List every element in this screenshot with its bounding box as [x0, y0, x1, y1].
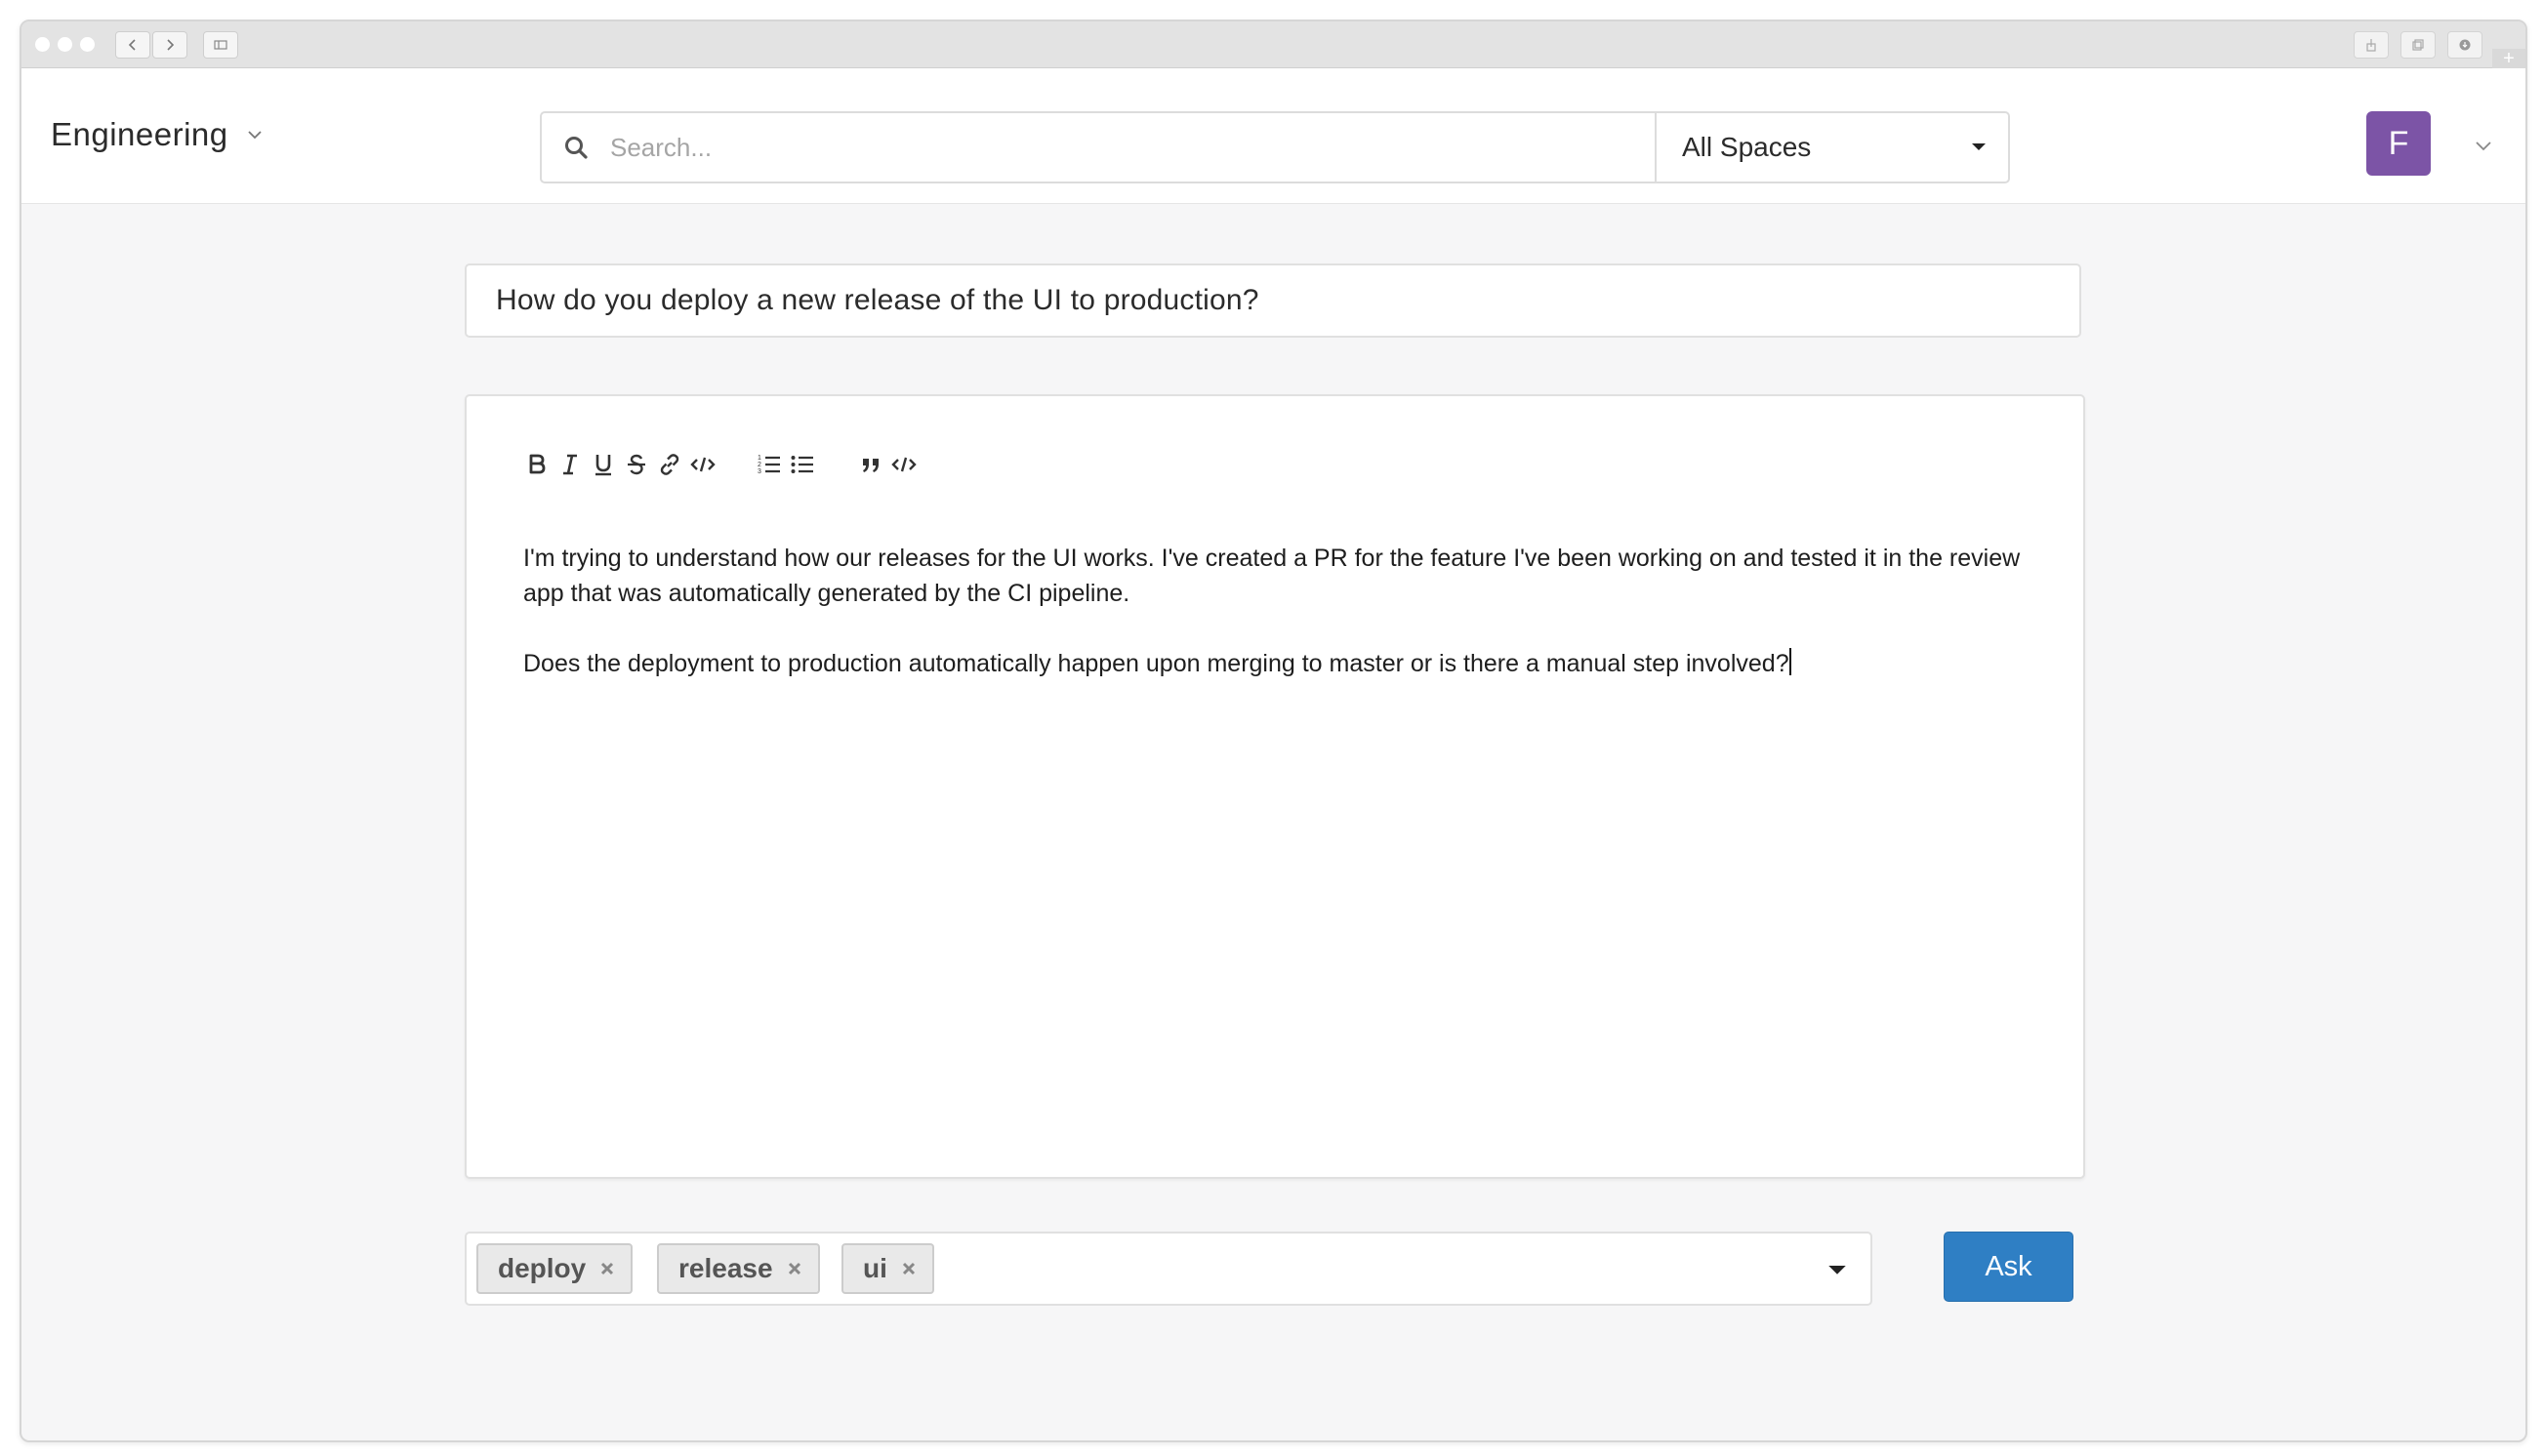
browser-download-button[interactable]	[2447, 31, 2482, 59]
svg-text:2: 2	[758, 462, 761, 468]
tag-label: release	[678, 1253, 773, 1283]
question-title-input[interactable]: How do you deploy a new release of the U…	[465, 263, 2081, 338]
editor-content[interactable]: I'm trying to understand how our release…	[523, 541, 2046, 716]
inline-code-icon	[690, 457, 716, 472]
text-caret	[1788, 648, 1791, 675]
browser-tabs-button[interactable]	[2400, 31, 2436, 59]
search-icon	[565, 137, 588, 159]
search-bar: All Spaces	[540, 111, 2010, 183]
question-body-editor[interactable]: 123 I'm trying to understand how our rel…	[465, 394, 2085, 1179]
svg-text:1: 1	[758, 455, 761, 462]
blockquote-icon	[863, 459, 879, 472]
workspace-name: Engineering	[51, 116, 228, 152]
body-paragraph: I'm trying to understand how our release…	[523, 545, 2021, 607]
workspace-switcher[interactable]: Engineering	[51, 107, 264, 162]
bold-icon	[529, 454, 546, 474]
avatar[interactable]: F	[2366, 111, 2431, 176]
underline-icon	[595, 455, 611, 476]
app-header: Engineering All Spaces F	[21, 68, 2525, 204]
inline-code-button[interactable]	[683, 445, 722, 484]
code-block-button[interactable]	[884, 445, 923, 484]
remove-tag-icon[interactable]	[787, 1261, 802, 1276]
tags-input[interactable]: deploy release ui	[465, 1232, 1872, 1306]
code-block-icon	[891, 457, 917, 472]
close-window-dot[interactable]	[35, 37, 50, 52]
tag-chip: release	[657, 1243, 820, 1294]
sidebar-icon	[214, 40, 227, 50]
browser-forward-button[interactable]	[152, 31, 187, 59]
caret-down-icon[interactable]	[1827, 1261, 1847, 1280]
tag-chip: deploy	[476, 1243, 634, 1294]
browser-back-button[interactable]	[115, 31, 150, 59]
search-field[interactable]	[542, 113, 1655, 182]
spaces-dropdown[interactable]: All Spaces	[1655, 113, 2008, 182]
link-icon	[660, 454, 679, 475]
browser-sidebar-button[interactable]	[203, 31, 238, 59]
tag-chip: ui	[841, 1243, 934, 1294]
tabs-icon	[2412, 39, 2424, 51]
minimize-window-dot[interactable]	[58, 37, 72, 52]
browser-chrome: +	[21, 21, 2525, 68]
bullet-list-icon	[791, 456, 813, 473]
italic-icon	[563, 454, 577, 475]
strikethrough-icon	[628, 454, 645, 475]
svg-text:3: 3	[758, 468, 761, 475]
window-controls[interactable]	[35, 37, 95, 52]
tag-label: deploy	[498, 1253, 587, 1283]
spaces-selected-value: All Spaces	[1682, 132, 1812, 162]
avatar-initial: F	[2388, 124, 2409, 162]
browser-window: + Engineering All Spaces F How do you de…	[20, 20, 2527, 1442]
ask-button[interactable]: Ask	[1944, 1232, 2073, 1302]
caret-down-icon	[1972, 143, 1986, 150]
remove-tag-icon[interactable]	[599, 1261, 615, 1276]
share-icon	[2366, 39, 2376, 52]
chevron-right-icon	[167, 39, 175, 51]
ordered-list-icon: 123	[758, 455, 780, 475]
remove-tag-icon[interactable]	[901, 1261, 917, 1276]
maximize-window-dot[interactable]	[80, 37, 95, 52]
chevron-down-icon[interactable]	[2474, 136, 2493, 155]
browser-share-button[interactable]	[2354, 31, 2389, 59]
new-tab-button[interactable]: +	[2492, 49, 2525, 68]
chevron-down-icon	[248, 131, 262, 140]
tag-label: ui	[863, 1253, 887, 1283]
question-title-text: How do you deploy a new release of the U…	[496, 284, 1259, 316]
body-paragraph-text: Does the deployment to production automa…	[523, 650, 1789, 677]
search-input[interactable]	[608, 131, 1588, 164]
bullet-list-button[interactable]	[783, 445, 822, 484]
download-icon	[2459, 39, 2471, 51]
chevron-left-icon	[128, 39, 136, 51]
body-paragraph-with-caret: Does the deployment to production automa…	[523, 646, 2046, 681]
